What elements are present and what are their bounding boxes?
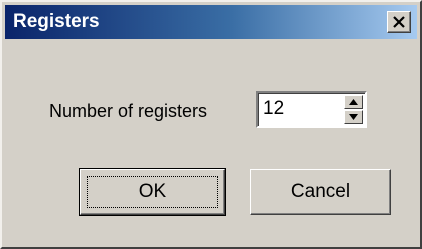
close-button[interactable] xyxy=(387,11,411,33)
registers-dialog: Registers Number of registers 12 OK Canc… xyxy=(0,0,422,249)
spin-up-button[interactable] xyxy=(344,95,363,109)
title-bar[interactable]: Registers xyxy=(5,5,417,39)
ok-button[interactable]: OK xyxy=(79,168,226,216)
ok-button-label: OK xyxy=(138,181,167,202)
registers-label: Number of registers xyxy=(49,101,208,121)
registers-spinbox[interactable]: 12 xyxy=(256,91,367,128)
registers-value[interactable]: 12 xyxy=(263,97,284,121)
spin-down-button[interactable] xyxy=(344,110,363,124)
spin-buttons xyxy=(344,95,363,124)
arrow-up-icon xyxy=(349,99,358,105)
cancel-button-label: Cancel xyxy=(290,181,351,202)
arrow-down-icon xyxy=(349,114,358,120)
window-title: Registers xyxy=(13,11,100,32)
cancel-button[interactable]: Cancel xyxy=(250,169,391,215)
close-icon xyxy=(393,16,405,28)
